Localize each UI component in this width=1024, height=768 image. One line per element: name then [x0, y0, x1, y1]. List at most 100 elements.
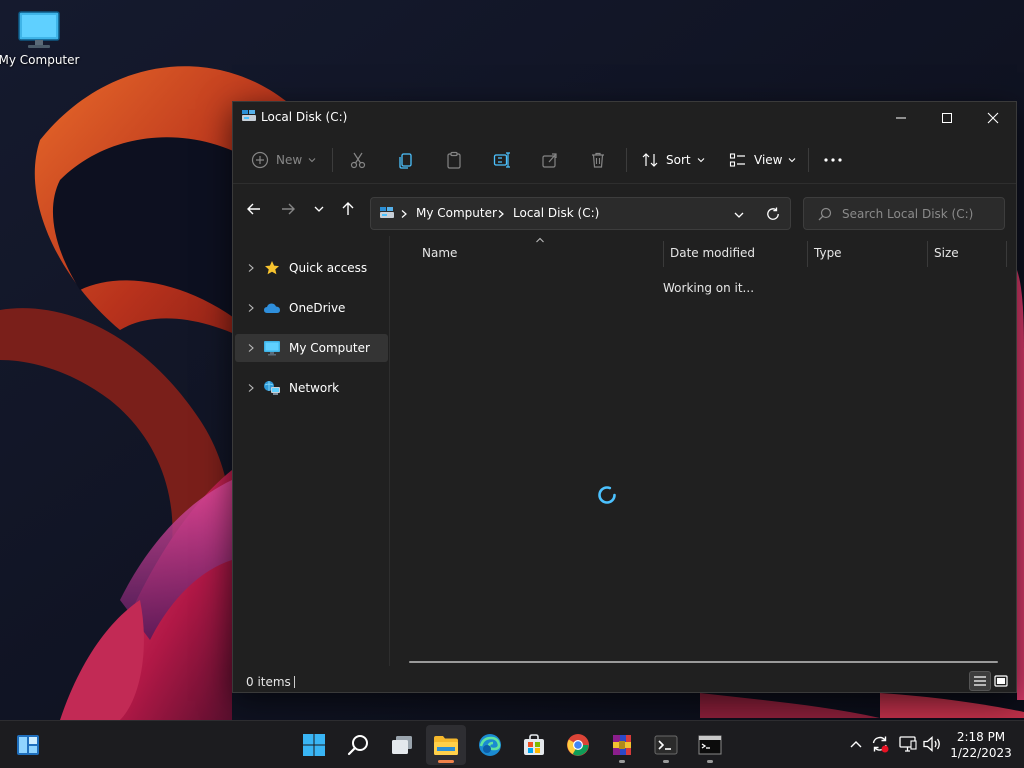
- new-button[interactable]: New: [251, 136, 317, 184]
- network-tray-button[interactable]: [897, 733, 919, 755]
- paste-icon: [447, 151, 461, 169]
- folder-icon: [434, 736, 458, 755]
- sidebar-item-label: Quick access: [289, 261, 368, 275]
- sidebar-item-quick-access[interactable]: Quick access: [235, 254, 388, 282]
- sort-ascending-icon: [536, 237, 544, 243]
- task-view-button[interactable]: [382, 725, 422, 765]
- clock-date: 1/22/2023: [950, 746, 1012, 760]
- paste-button[interactable]: [445, 136, 463, 184]
- search-button[interactable]: [338, 725, 378, 765]
- column-header-label: Name: [422, 246, 458, 260]
- cut-button[interactable]: [349, 136, 367, 184]
- arrow-up-icon: [342, 202, 354, 215]
- recent-locations-button[interactable]: [305, 196, 333, 222]
- copy-icon: [399, 153, 412, 169]
- delete-button[interactable]: [589, 136, 607, 184]
- store-taskbar-button[interactable]: [514, 725, 554, 765]
- volume-tray-button[interactable]: [921, 733, 943, 755]
- address-bar[interactable]: My Computer Local Disk (C:): [370, 197, 791, 230]
- file-explorer-taskbar-button[interactable]: [426, 725, 466, 765]
- title-bar[interactable]: Local Disk (C:): [233, 102, 1016, 134]
- column-divider[interactable]: [1006, 241, 1007, 267]
- chevron-down-icon: [314, 206, 324, 212]
- column-header-name[interactable]: Name: [422, 236, 457, 270]
- sort-button[interactable]: Sort: [641, 136, 706, 184]
- column-divider[interactable]: [807, 241, 808, 267]
- terminal-taskbar-button[interactable]: [646, 725, 686, 765]
- column-header-label: Size: [934, 246, 959, 260]
- breadcrumb-my-computer[interactable]: My Computer: [416, 206, 497, 220]
- navigation-pane: Quick access OneDrive My Computer Networ…: [233, 236, 390, 666]
- windows-logo-icon: [303, 734, 325, 756]
- sidebar-item-my-computer[interactable]: My Computer: [235, 334, 388, 362]
- preview-view-button[interactable]: [990, 671, 1012, 691]
- details-view-button[interactable]: [969, 671, 991, 691]
- running-app-indicator: [663, 760, 669, 763]
- copy-button[interactable]: [397, 136, 415, 184]
- refresh-icon[interactable]: [765, 206, 781, 222]
- share-button[interactable]: [541, 136, 559, 184]
- chrome-taskbar-button[interactable]: [558, 725, 598, 765]
- breadcrumb-local-disk[interactable]: Local Disk (C:): [513, 206, 599, 220]
- monitor-icon: [18, 11, 60, 48]
- command-prompt-taskbar-button[interactable]: [690, 725, 730, 765]
- forward-button[interactable]: [274, 196, 302, 222]
- up-button[interactable]: [334, 196, 362, 222]
- more-options-button[interactable]: [823, 136, 843, 184]
- new-button-label: New: [276, 153, 303, 167]
- sidebar-item-label: My Computer: [289, 341, 370, 355]
- horizontal-scrollbar[interactable]: [409, 661, 998, 663]
- search-box[interactable]: [803, 197, 1005, 230]
- minimize-button[interactable]: [878, 102, 924, 134]
- start-button[interactable]: [294, 725, 334, 765]
- close-button[interactable]: [970, 102, 1016, 134]
- clock-time: 2:18 PM: [956, 730, 1006, 744]
- maximize-button[interactable]: [924, 102, 970, 134]
- search-icon: [347, 735, 368, 756]
- cloud-icon: [261, 302, 283, 314]
- edge-taskbar-button[interactable]: [470, 725, 510, 765]
- sidebar-item-onedrive[interactable]: OneDrive: [235, 294, 388, 322]
- delete-icon: [592, 152, 604, 168]
- address-dropdown-icon[interactable]: [733, 209, 745, 221]
- rename-icon: [493, 152, 510, 168]
- winrar-taskbar-button[interactable]: [602, 725, 642, 765]
- chevron-right-icon[interactable]: [241, 383, 261, 393]
- column-header-size[interactable]: Size: [934, 236, 959, 270]
- cmd-icon: [698, 735, 722, 755]
- star-icon: [261, 260, 283, 276]
- chevron-right-icon[interactable]: [241, 343, 261, 353]
- taskbar: 2:18 PM 1/22/2023: [0, 720, 1024, 768]
- view-button[interactable]: View: [729, 136, 797, 184]
- network-icon: [261, 379, 283, 397]
- sync-status-button[interactable]: [869, 733, 891, 755]
- column-divider[interactable]: [663, 241, 664, 267]
- sidebar-item-network[interactable]: Network: [235, 374, 388, 402]
- status-divider: [294, 676, 295, 688]
- command-bar: New Sort View: [233, 136, 1016, 184]
- terminal-icon: [654, 735, 678, 755]
- column-header-date-modified[interactable]: Date modified: [670, 236, 755, 270]
- search-input[interactable]: [842, 205, 997, 223]
- chrome-icon: [567, 734, 589, 756]
- running-app-indicator: [707, 760, 713, 763]
- system-clock[interactable]: 2:18 PM 1/22/2023: [946, 729, 1016, 761]
- volume-icon: [923, 736, 940, 752]
- details-view-icon: [974, 676, 986, 686]
- chevron-down-icon: [697, 158, 704, 163]
- monitor-icon: [261, 340, 283, 356]
- show-hidden-icons-button[interactable]: [845, 733, 867, 755]
- column-header-type[interactable]: Type: [814, 236, 842, 270]
- chevron-right-icon[interactable]: [241, 263, 261, 273]
- desktop-icon-my-computer[interactable]: My Computer: [0, 6, 80, 76]
- chevron-right-icon[interactable]: [241, 303, 261, 313]
- network-icon: [899, 736, 917, 752]
- store-icon: [524, 734, 544, 755]
- desktop-icon-label: My Computer: [0, 53, 80, 67]
- chevron-down-icon: [308, 158, 316, 163]
- sort-icon: [642, 153, 658, 167]
- widgets-button[interactable]: [8, 725, 48, 765]
- back-button[interactable]: [240, 196, 268, 222]
- column-divider[interactable]: [927, 241, 928, 267]
- rename-button[interactable]: [493, 136, 511, 184]
